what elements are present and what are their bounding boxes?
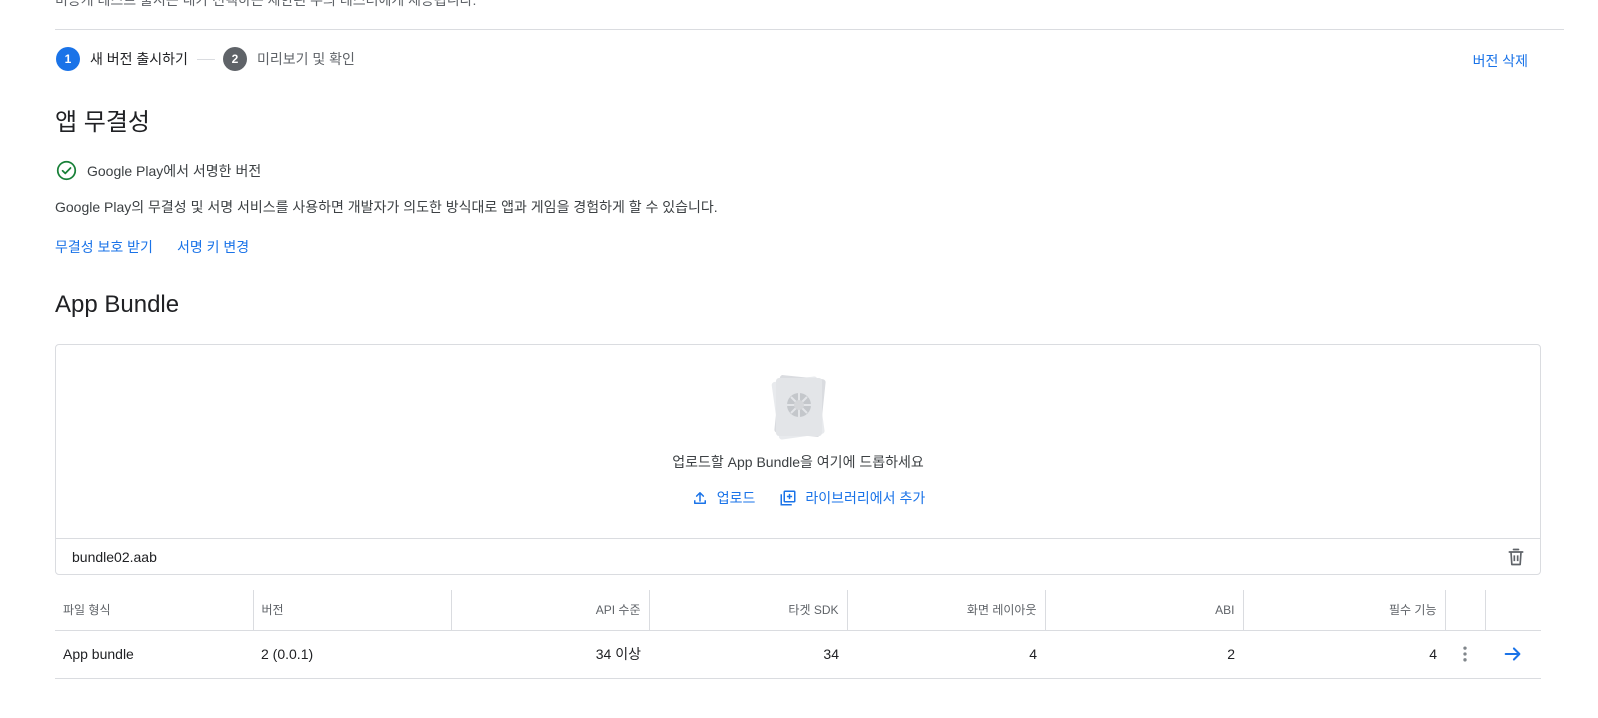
- app-bundle-title: App Bundle: [55, 291, 180, 318]
- step-label-create-release: 새 버전 출시하기: [90, 51, 188, 67]
- cell-file-type: App bundle: [55, 630, 253, 679]
- check-circle-icon: [56, 160, 77, 181]
- column-header-action: [1485, 590, 1541, 631]
- release-stepper: 1 새 버전 출시하기 2 미리보기 및 확인: [56, 47, 355, 71]
- step-number-2: 2: [222, 47, 247, 71]
- more-vert-icon[interactable]: [1455, 644, 1475, 664]
- step-label-preview-confirm: 미리보기 및 확인: [256, 51, 355, 67]
- file-name: bundle02.aab: [72, 549, 157, 565]
- cell-abi: 2: [1045, 630, 1243, 679]
- table-header-row: 파일 형식 버전 API 수준 타겟 SDK 화면 레이아웃 ABI 필수 기능: [55, 590, 1541, 631]
- upload-button[interactable]: 업로드: [691, 488, 756, 508]
- bundle-file-illustration-icon: [771, 375, 826, 440]
- app-integrity-title: 앱 무결성: [55, 109, 150, 136]
- step-connector: [196, 58, 215, 60]
- cell-required-features: 4: [1243, 630, 1445, 679]
- column-header-version: 버전: [253, 590, 452, 631]
- top-divider: [55, 29, 1564, 30]
- table-row[interactable]: App bundle 2 (0.0.1) 34 이상 34 4 2 4: [55, 630, 1541, 679]
- column-header-file-type: 파일 형식: [55, 590, 254, 631]
- column-header-abi: ABI: [1045, 590, 1244, 631]
- step-create-release[interactable]: 1 새 버전 출시하기: [56, 47, 188, 71]
- integrity-links: 무결성 보호 받기 서명 키 변경: [55, 237, 249, 257]
- app-bundle-panel: 업로드할 App Bundle을 여기에 드롭하세요 업로드 라이브러리에서 추…: [55, 344, 1541, 575]
- column-header-api-level: API 수준: [451, 590, 650, 631]
- cell-screen-layout: 4: [847, 630, 1045, 679]
- upload-label: 업로드: [716, 490, 756, 506]
- signing-status: Google Play에서 서명한 버전: [56, 160, 261, 181]
- cell-action: [1485, 630, 1541, 679]
- signing-status-text: Google Play에서 서명한 버전: [87, 162, 262, 179]
- get-integrity-protection-link[interactable]: 무결성 보호 받기: [55, 237, 153, 257]
- cell-menu: [1445, 630, 1485, 679]
- column-header-menu: [1445, 590, 1486, 631]
- delete-release-button[interactable]: 버전 삭제: [1473, 51, 1528, 71]
- arrow-right-icon[interactable]: [1502, 643, 1524, 665]
- step-number-1: 1: [56, 47, 80, 71]
- add-from-library-button[interactable]: 라이브러리에서 추가: [779, 488, 925, 508]
- cell-api-level: 34 이상: [451, 630, 649, 679]
- uploaded-file-row: bundle02.aab: [56, 538, 1540, 575]
- integrity-description: Google Play의 무결성 및 서명 서비스를 사용하면 개발자가 의도한…: [55, 199, 718, 215]
- drop-instruction-text: 업로드할 App Bundle을 여기에 드롭하세요: [672, 454, 924, 470]
- bundle-drop-zone[interactable]: 업로드할 App Bundle을 여기에 드롭하세요 업로드 라이브러리에서 추…: [56, 345, 1540, 538]
- column-header-required-features: 필수 기능: [1243, 590, 1446, 631]
- library-add-icon: [780, 490, 796, 506]
- add-from-library-label: 라이브러리에서 추가: [805, 490, 926, 506]
- trash-icon[interactable]: [1506, 547, 1526, 567]
- column-header-screen-layout: 화면 레이아웃: [847, 590, 1046, 631]
- cell-target-sdk: 34: [649, 630, 847, 679]
- bundle-details-table: 파일 형식 버전 API 수준 타겟 SDK 화면 레이아웃 ABI 필수 기능…: [55, 590, 1541, 679]
- drop-actions: 업로드 라이브러리에서 추가: [76, 488, 1540, 508]
- column-header-target-sdk: 타겟 SDK: [649, 590, 848, 631]
- cell-version: 2 (0.0.1): [253, 630, 451, 679]
- upload-icon: [693, 492, 706, 504]
- change-signing-key-link[interactable]: 서명 키 변경: [177, 237, 249, 257]
- release-description-cut: 비공개 테스트 출시는 내가 선택하는 제한된 수의 테스터에게 제공됩니다.: [55, 0, 477, 8]
- step-preview-confirm[interactable]: 2 미리보기 및 확인: [222, 47, 355, 71]
